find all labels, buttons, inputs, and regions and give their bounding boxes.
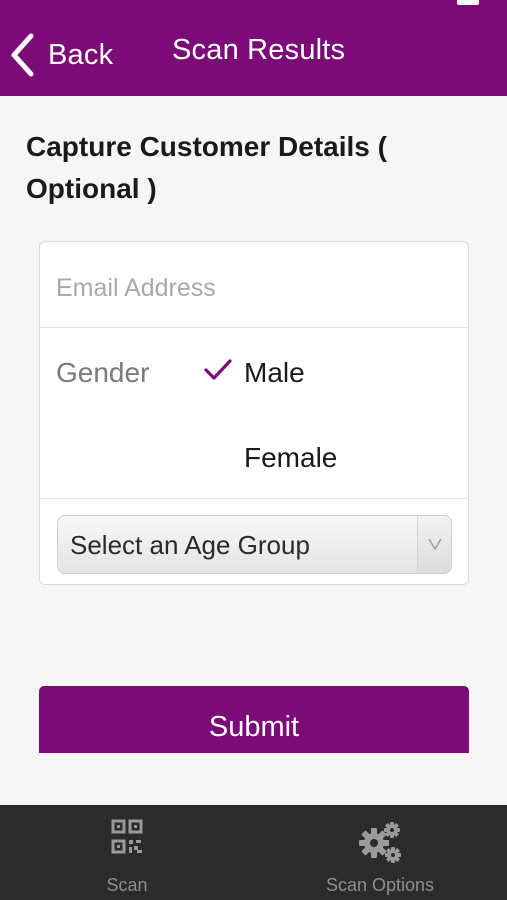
tab-scan-options[interactable]: Scan Options (280, 805, 480, 900)
gears-icon (359, 822, 401, 863)
submit-button[interactable]: Submit (39, 686, 469, 753)
battery-icon (457, 0, 479, 5)
chevron-down-icon (428, 538, 442, 550)
tab-bar: Scan Scan Options (0, 805, 507, 900)
checkmark-icon (204, 359, 232, 380)
age-group-value: Select an Age Group (70, 530, 310, 560)
gender-option-label: Male (244, 357, 305, 388)
back-label: Back (48, 38, 114, 71)
email-row (40, 242, 468, 328)
dropdown-toggle[interactable] (417, 516, 451, 573)
gender-label: Gender (56, 357, 150, 388)
scan-results-screen: Back Scan Results Capture Customer Detai… (0, 0, 507, 900)
section-title: Capture Customer Details ( Optional ) (26, 131, 387, 204)
chevron-left-icon (11, 33, 34, 77)
page-title: Scan Results (172, 34, 346, 66)
gender-option-label: Female (244, 442, 338, 473)
tab-scan[interactable]: Scan (27, 805, 227, 900)
tab-label: Scan Options (325, 875, 435, 895)
gender-option-male[interactable]: Male (200, 343, 460, 403)
gender-option-female[interactable]: Female (200, 428, 460, 488)
email-field[interactable] (56, 268, 446, 308)
submit-label: Submit (208, 711, 300, 743)
gender-selector: Gender Male Female (40, 329, 468, 499)
qr-code-icon (111, 819, 143, 854)
back-button[interactable]: Back (10, 28, 113, 82)
status-bar (0, 0, 507, 8)
customer-details-card: Gender Male Female Select an Age Group (39, 241, 469, 585)
nav-bar: Back Scan Results (0, 0, 507, 96)
age-group-select[interactable]: Select an Age Group (57, 515, 452, 574)
tab-label: Scan (106, 875, 148, 895)
